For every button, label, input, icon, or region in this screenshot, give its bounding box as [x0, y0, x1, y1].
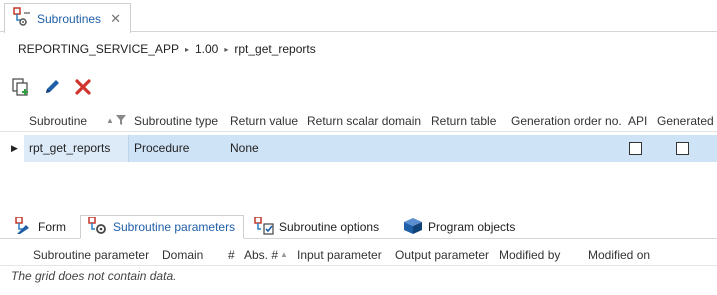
- column-header-abs-number[interactable]: Abs. #: [244, 248, 278, 262]
- tab-program-objects[interactable]: Program objects: [402, 215, 515, 239]
- breadcrumb-app[interactable]: REPORTING_SERVICE_APP: [18, 42, 179, 56]
- subroutines-icon: [12, 7, 32, 30]
- cell-subroutine[interactable]: rpt_get_reports: [29, 141, 110, 155]
- tab-subroutine-parameters-label: Subroutine parameters: [113, 220, 236, 234]
- column-header-subroutine-type[interactable]: Subroutine type: [134, 114, 218, 128]
- column-header-return-value[interactable]: Return value: [230, 114, 298, 128]
- edit-button[interactable]: [42, 78, 62, 98]
- toolbar: [11, 77, 104, 99]
- grid-header: Subroutine ▲ Subroutine type Return valu…: [0, 110, 717, 132]
- breadcrumb: REPORTING_SERVICE_APP ▸ 1.00 ▸ rpt_get_r…: [18, 42, 316, 56]
- tab-program-objects-label: Program objects: [428, 220, 516, 234]
- column-header-input-parameter[interactable]: Input parameter: [297, 248, 382, 262]
- sort-ascending-icon[interactable]: ▲: [280, 250, 288, 259]
- empty-grid-message: The grid does not contain data.: [11, 269, 177, 283]
- copy-add-button[interactable]: [11, 77, 31, 99]
- breadcrumb-subroutine[interactable]: rpt_get_reports: [234, 42, 315, 56]
- breadcrumb-separator: ▸: [224, 44, 229, 54]
- column-header-subroutine-parameter[interactable]: Subroutine parameter: [33, 248, 149, 262]
- current-row-indicator: ▶: [11, 143, 18, 153]
- generated-checkbox[interactable]: [676, 142, 689, 155]
- cell-subroutine-type[interactable]: Procedure: [134, 141, 189, 155]
- detail-tab-strip: Form Subroutine parameters Subroutine op…: [0, 212, 717, 239]
- column-header-output-parameter[interactable]: Output parameter: [395, 248, 489, 262]
- tab-form[interactable]: Form: [14, 215, 66, 239]
- sort-ascending-icon[interactable]: ▲: [106, 116, 114, 125]
- column-header-generated[interactable]: Generated: [657, 114, 714, 128]
- tab-subroutines[interactable]: Subroutines ✕: [4, 3, 131, 33]
- column-header-generation-order[interactable]: Generation order no.: [511, 114, 622, 128]
- document-tab-strip: Subroutines ✕: [0, 0, 717, 33]
- subroutine-options-icon: [253, 215, 275, 238]
- column-header-return-scalar-domain[interactable]: Return scalar domain: [307, 114, 421, 128]
- tab-form-label: Form: [38, 220, 66, 234]
- column-header-modified-on[interactable]: Modified on: [588, 248, 650, 262]
- delete-x-icon: [74, 78, 92, 99]
- breadcrumb-separator: ▸: [184, 44, 189, 54]
- table-row[interactable]: rpt_get_reports Procedure None: [24, 135, 717, 162]
- delete-button[interactable]: [73, 78, 93, 98]
- breadcrumb-version[interactable]: 1.00: [195, 42, 218, 56]
- close-icon[interactable]: ✕: [110, 11, 121, 27]
- column-header-domain[interactable]: Domain: [162, 248, 203, 262]
- parameters-grid-header: Subroutine parameter Domain # Abs. # ▲ I…: [0, 244, 717, 266]
- program-objects-icon: [402, 217, 424, 238]
- column-header-return-table[interactable]: Return table: [431, 114, 496, 128]
- subroutine-parameters-icon: [87, 215, 109, 238]
- tab-subroutine-parameters[interactable]: Subroutine parameters: [80, 215, 245, 239]
- cell-return-value[interactable]: None: [230, 141, 259, 155]
- api-checkbox[interactable]: [629, 142, 642, 155]
- form-icon: [14, 215, 34, 238]
- column-header-api[interactable]: API: [628, 114, 647, 128]
- column-header-number[interactable]: #: [228, 248, 235, 262]
- filter-icon[interactable]: [116, 114, 126, 129]
- column-header-subroutine[interactable]: Subroutine: [29, 114, 87, 128]
- column-header-modified-by[interactable]: Modified by: [499, 248, 560, 262]
- edit-pencil-icon: [43, 78, 61, 99]
- copy-add-icon: [12, 77, 30, 99]
- tab-label: Subroutines: [37, 11, 102, 26]
- tab-subroutine-options-label: Subroutine options: [279, 220, 380, 234]
- tab-subroutine-options[interactable]: Subroutine options: [253, 215, 379, 239]
